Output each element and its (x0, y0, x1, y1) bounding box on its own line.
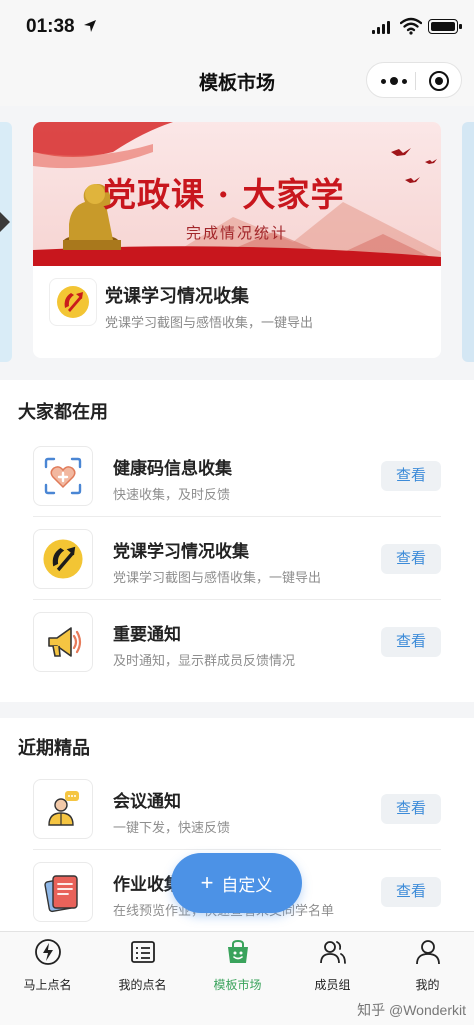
custom-template-label: 自定义 (221, 875, 273, 895)
tab-quick-rollcall[interactable]: 马上点名 (0, 938, 95, 994)
banner-title: 党政课 · 大家学 (103, 175, 345, 214)
signal-icon (372, 20, 392, 34)
list-item[interactable]: 重要通知 及时通知，显示群成员反馈情况 查看 (33, 600, 441, 683)
wifi-icon (400, 17, 422, 35)
bag-icon (227, 939, 248, 963)
item-desc: 党课学习截图与感悟收集，一键导出 (113, 570, 322, 585)
capsule-divider (415, 72, 416, 90)
banner-carousel[interactable]: 党政课 · 大家学 完成情况统计 党课学习情况收集 党课学习截图与感悟收集，一键… (0, 106, 474, 378)
list-item[interactable]: 健康码信息收集 快速收集，及时反馈 查看 (33, 434, 441, 517)
lightning-icon (34, 939, 61, 965)
view-button[interactable]: 查看 (381, 544, 441, 574)
megaphone-icon (33, 612, 93, 672)
list-item[interactable]: 党课学习情况收集 党课学习截图与感悟收集，一键导出 查看 (33, 517, 441, 600)
view-button[interactable]: 查看 (381, 627, 441, 657)
custom-template-button[interactable]: + 自定义 (171, 853, 302, 913)
list-icon (130, 941, 155, 963)
view-button[interactable]: 查看 (381, 461, 441, 491)
close-target-icon[interactable] (429, 71, 449, 91)
item-desc: 快速收集，及时反馈 (113, 487, 231, 502)
battery-icon (428, 19, 462, 34)
featured-template-title: 党课学习情况收集 (105, 286, 249, 306)
meeting-icon (33, 779, 93, 839)
person-icon (415, 940, 440, 965)
banner-image: 党政课 · 大家学 完成情况统计 (33, 122, 441, 266)
party-emblem-icon (49, 278, 97, 326)
item-desc: 及时通知，显示群成员反馈情况 (113, 653, 296, 668)
tab-label: 马上点名 (23, 978, 72, 992)
item-desc: 一键下发，快速反馈 (113, 820, 231, 835)
group-icon (319, 941, 346, 964)
banner-subtitle: 完成情况统计 (185, 225, 288, 242)
next-banner[interactable] (462, 122, 474, 362)
featured-template-card[interactable]: 党政课 · 大家学 完成情况统计 党课学习情况收集 党课学习截图与感悟收集，一键… (33, 122, 441, 358)
tab-member-groups[interactable]: 成员组 (285, 938, 380, 994)
more-icon[interactable] (381, 73, 411, 89)
list-item[interactable]: 会议通知 一键下发，快速反馈 查看 (33, 767, 441, 850)
location-arrow-icon (84, 20, 96, 32)
tab-template-market[interactable]: 模板市场 (190, 938, 285, 994)
tab-label: 我的点名 (118, 978, 167, 992)
plus-icon: + (200, 870, 214, 895)
item-title: 重要通知 (113, 625, 181, 644)
status-bar: 01:38 (0, 0, 474, 56)
navigation-bar: 模板市场 (0, 56, 474, 106)
tab-mine[interactable]: 我的 (380, 938, 474, 994)
tab-label: 模板市场 (213, 978, 262, 992)
tab-my-rollcall[interactable]: 我的点名 (95, 938, 190, 994)
view-button[interactable]: 查看 (381, 877, 441, 907)
section-title: 大家都在用 (18, 402, 108, 422)
featured-template-info[interactable]: 党课学习情况收集 党课学习截图与感悟收集，一键导出 (33, 266, 441, 358)
tab-label: 成员组 (314, 978, 351, 992)
section-title: 近期精品 (18, 738, 90, 758)
featured-template-desc: 党课学习截图与感悟收集，一键导出 (105, 315, 314, 330)
previous-banner[interactable] (0, 122, 12, 362)
view-button[interactable]: 查看 (381, 794, 441, 824)
party-emblem-icon (33, 529, 93, 589)
item-title: 会议通知 (113, 792, 181, 811)
tab-label: 我的 (415, 978, 440, 992)
item-title: 党课学习情况收集 (113, 542, 249, 561)
watermark: 知乎 @Wonderkit (357, 1002, 466, 1018)
miniprogram-capsule (366, 62, 462, 98)
popular-templates-section: 大家都在用 健康码信息收集 快速收集，及时反馈 查看 党课学习情况收集 党课学习… (0, 380, 474, 702)
status-time: 01:38 (26, 16, 75, 37)
health-code-icon (33, 446, 93, 506)
homework-icon (33, 862, 93, 922)
item-title: 健康码信息收集 (113, 459, 232, 478)
